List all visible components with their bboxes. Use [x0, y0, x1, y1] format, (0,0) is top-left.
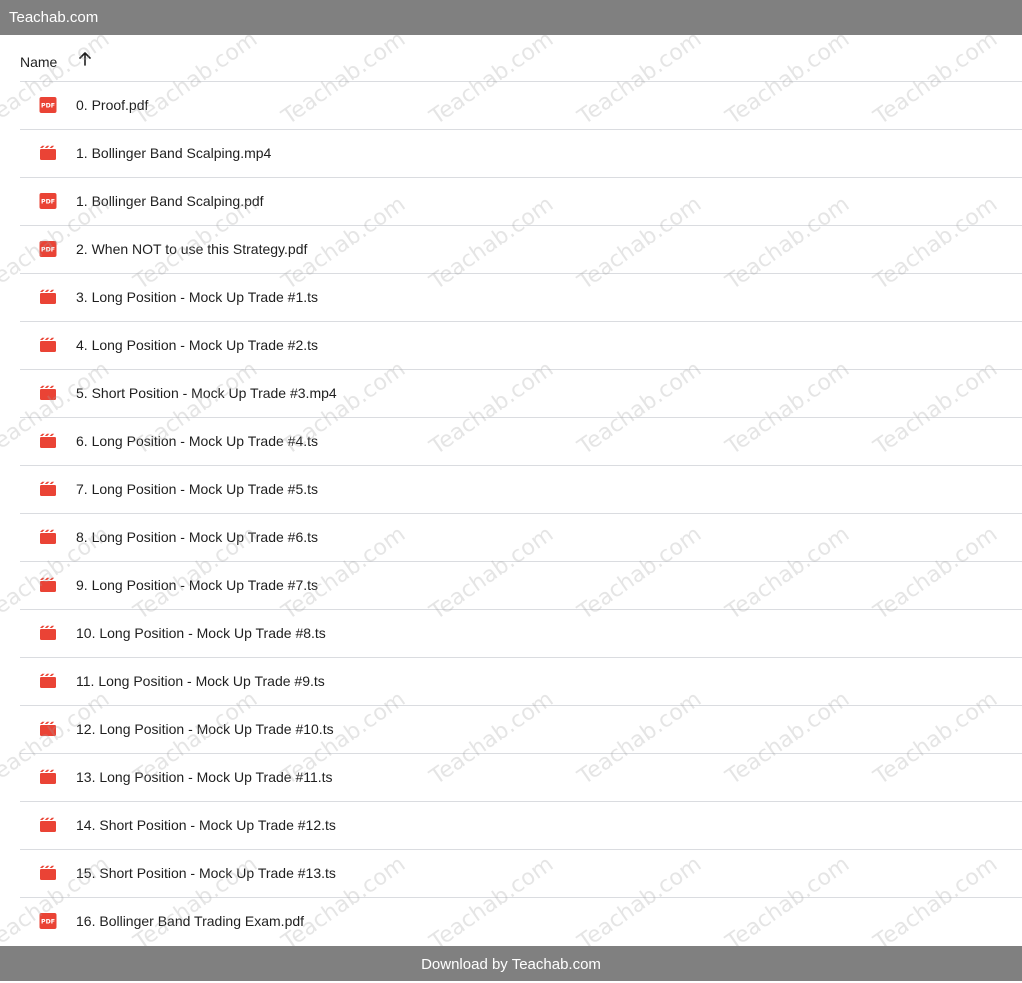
pdf-file-icon: PDF	[39, 913, 57, 929]
file-row[interactable]: 7. Long Position - Mock Up Trade #5.ts	[20, 466, 1022, 514]
file-row[interactable]: PDF 16. Bollinger Band Trading Exam.pdf	[20, 898, 1022, 946]
file-name[interactable]: 4. Long Position - Mock Up Trade #2.ts	[76, 322, 318, 369]
file-row[interactable]: 1. Bollinger Band Scalping.mp4	[20, 130, 1022, 178]
file-name[interactable]: 0. Proof.pdf	[76, 82, 148, 129]
file-list: PDF 0. Proof.pdf 1. Bollinger Band Scalpin…	[20, 82, 1022, 946]
file-row[interactable]: 5. Short Position - Mock Up Trade #3.mp4	[20, 370, 1022, 418]
top-bar: Teachab.com	[0, 0, 1022, 35]
video-file-icon	[39, 721, 57, 737]
file-name[interactable]: 8. Long Position - Mock Up Trade #6.ts	[76, 514, 318, 561]
file-name[interactable]: 9. Long Position - Mock Up Trade #7.ts	[76, 562, 318, 609]
file-row[interactable]: PDF 0. Proof.pdf	[20, 82, 1022, 130]
pdf-file-icon: PDF	[39, 241, 57, 257]
file-name[interactable]: 1. Bollinger Band Scalping.mp4	[76, 130, 271, 177]
file-name[interactable]: 1. Bollinger Band Scalping.pdf	[76, 178, 264, 225]
file-row[interactable]: 8. Long Position - Mock Up Trade #6.ts	[20, 514, 1022, 562]
file-row[interactable]: 9. Long Position - Mock Up Trade #7.ts	[20, 562, 1022, 610]
svg-text:PDF: PDF	[41, 199, 55, 206]
video-file-icon	[39, 769, 57, 785]
file-name[interactable]: 3. Long Position - Mock Up Trade #1.ts	[76, 274, 318, 321]
video-file-icon	[39, 817, 57, 833]
site-title: Teachab.com	[9, 9, 99, 26]
file-name[interactable]: 13. Long Position - Mock Up Trade #11.ts	[76, 754, 333, 801]
pdf-file-icon: PDF	[39, 97, 57, 113]
svg-text:PDF: PDF	[41, 247, 55, 254]
video-file-icon	[39, 433, 57, 449]
file-name[interactable]: 2. When NOT to use this Strategy.pdf	[76, 226, 307, 273]
video-file-icon	[39, 337, 57, 353]
video-file-icon	[39, 385, 57, 401]
file-row[interactable]: 3. Long Position - Mock Up Trade #1.ts	[20, 274, 1022, 322]
video-file-icon	[39, 625, 57, 641]
file-name[interactable]: 11. Long Position - Mock Up Trade #9.ts	[76, 658, 325, 705]
file-row[interactable]: 4. Long Position - Mock Up Trade #2.ts	[20, 322, 1022, 370]
file-name[interactable]: 15. Short Position - Mock Up Trade #13.t…	[76, 850, 336, 897]
svg-text:PDF: PDF	[41, 919, 55, 926]
file-row[interactable]: 14. Short Position - Mock Up Trade #12.t…	[20, 802, 1022, 850]
footer-text: Download by Teachab.com	[421, 956, 601, 973]
list-header: Name	[20, 36, 1022, 82]
svg-text:PDF: PDF	[41, 103, 55, 110]
file-row[interactable]: 12. Long Position - Mock Up Trade #10.ts	[20, 706, 1022, 754]
video-file-icon	[39, 865, 57, 881]
arrow-up-icon[interactable]	[77, 51, 93, 67]
file-name[interactable]: 12. Long Position - Mock Up Trade #10.ts	[76, 706, 334, 753]
file-row[interactable]: 13. Long Position - Mock Up Trade #11.ts	[20, 754, 1022, 802]
name-column-header[interactable]: Name	[20, 54, 57, 70]
file-row[interactable]: 11. Long Position - Mock Up Trade #9.ts	[20, 658, 1022, 706]
video-file-icon	[39, 481, 57, 497]
file-name[interactable]: 6. Long Position - Mock Up Trade #4.ts	[76, 418, 318, 465]
file-row[interactable]: PDF 1. Bollinger Band Scalping.pdf	[20, 178, 1022, 226]
video-file-icon	[39, 289, 57, 305]
video-file-icon	[39, 145, 57, 161]
file-name[interactable]: 10. Long Position - Mock Up Trade #8.ts	[76, 610, 326, 657]
video-file-icon	[39, 673, 57, 689]
file-name[interactable]: 5. Short Position - Mock Up Trade #3.mp4	[76, 370, 337, 417]
file-row[interactable]: 15. Short Position - Mock Up Trade #13.t…	[20, 850, 1022, 898]
file-row[interactable]: PDF 2. When NOT to use this Strategy.pdf	[20, 226, 1022, 274]
video-file-icon	[39, 577, 57, 593]
video-file-icon	[39, 529, 57, 545]
file-name[interactable]: 14. Short Position - Mock Up Trade #12.t…	[76, 802, 336, 849]
file-row[interactable]: 6. Long Position - Mock Up Trade #4.ts	[20, 418, 1022, 466]
file-name[interactable]: 7. Long Position - Mock Up Trade #5.ts	[76, 466, 318, 513]
footer-bar: Download by Teachab.com	[0, 946, 1022, 981]
file-row[interactable]: 10. Long Position - Mock Up Trade #8.ts	[20, 610, 1022, 658]
file-name[interactable]: 16. Bollinger Band Trading Exam.pdf	[76, 898, 304, 945]
pdf-file-icon: PDF	[39, 193, 57, 209]
